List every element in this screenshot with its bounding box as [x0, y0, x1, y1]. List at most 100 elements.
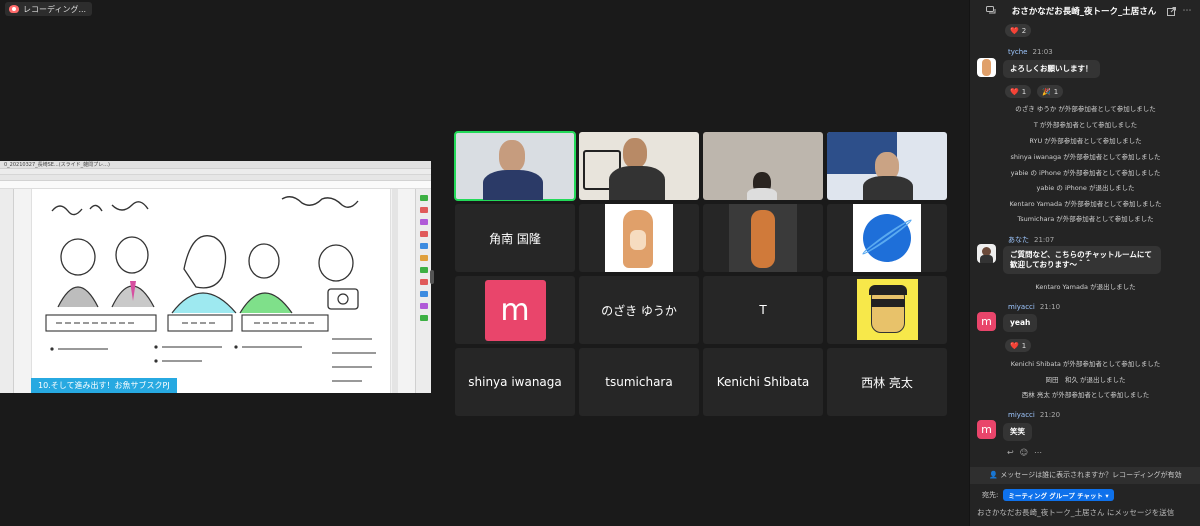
video-tile-name-only[interactable]: 角南 国隆	[455, 204, 575, 272]
chat-message[interactable]: ご質問など、こちらのチャットルームにて 歓迎しております〜＾＾	[1003, 246, 1161, 275]
tool-icon	[420, 243, 428, 249]
chat-message[interactable]: yeah	[1003, 314, 1038, 333]
shared-window-toolbar	[0, 181, 431, 189]
participant-name: のざき ゆうか	[601, 303, 677, 318]
chat-message[interactable]: よろしくお願いします！	[1003, 60, 1100, 79]
system-message: のざき ゆうか が外部参加者として参加しました	[1015, 105, 1156, 113]
heart-icon: ❤️	[1010, 26, 1019, 35]
video-tile-name-only[interactable]: shinya iwanaga	[455, 348, 575, 416]
video-tile[interactable]	[703, 132, 823, 200]
chat-title: おさかなだお長崎_夜トーク_土居さん	[1011, 7, 1157, 17]
tool-icon	[420, 255, 428, 261]
system-message: 岡田 和久 が退出しました	[1045, 376, 1126, 384]
reaction-count: 1	[1053, 87, 1059, 96]
participant-name: 角南 国隆	[489, 231, 541, 246]
more-options-icon[interactable]: ⋯	[1182, 6, 1192, 16]
reaction-count: 1	[1021, 87, 1027, 96]
system-message: shinya iwanaga が外部参加者として参加しました	[1010, 153, 1161, 161]
recipient-row: 宛先: ミーティング グループ チャット ▾	[982, 489, 1114, 501]
video-tile-name-only[interactable]: T	[703, 276, 823, 344]
emoji-react-icon[interactable]: ☺	[1020, 448, 1028, 457]
participant-video	[579, 132, 699, 200]
avatar	[977, 244, 996, 263]
gallery-grid: 角南 国隆 m のざき ゆうか T shinya iwanaga tsumich…	[454, 131, 949, 416]
profile-picture	[857, 279, 918, 340]
avatar: m	[977, 312, 996, 331]
reaction-chip[interactable]: ❤️ 1	[1005, 339, 1032, 352]
video-tile[interactable]	[827, 276, 947, 344]
profile-picture	[729, 204, 797, 272]
shared-slide-illustration	[31, 189, 391, 393]
message-line: ご質問など、こちらのチャットルームにて	[1010, 250, 1152, 259]
reaction-chip[interactable]: 🎉 1	[1037, 85, 1064, 98]
participant-name: Kenichi Shibata	[716, 375, 810, 389]
message-sender: tyche 21:03	[1008, 48, 1053, 56]
recording-indicator[interactable]: レコーディング...	[5, 2, 93, 16]
chat-message[interactable]: 笑笑	[1003, 423, 1032, 442]
system-message: Kentaro Yamada が退出しました	[1035, 283, 1136, 291]
system-message: 西林 亮太 が外部参加者として参加しました	[1021, 391, 1150, 399]
hand-drawn-slide-image	[45, 196, 376, 382]
reaction-chip[interactable]: ❤️ 2	[1005, 24, 1032, 37]
video-tile-name-only[interactable]: Kenichi Shibata	[703, 348, 823, 416]
recipient-dropdown[interactable]: ミーティング グループ チャット ▾	[1003, 489, 1114, 501]
participant-name: 西林 亮太	[861, 375, 913, 390]
slide-caption: 10.そして進み出す！お魚サブスクPJ	[31, 378, 177, 393]
chat-panel: おさかなだお長崎_夜トーク_土居さん ⋯ ❤️ 2 tyche 21:03 よろし…	[969, 0, 1200, 526]
video-tile-active-speaker[interactable]	[454, 131, 576, 201]
profile-picture	[605, 204, 673, 272]
avatar: m	[977, 420, 996, 439]
shared-screen[interactable]: 0_20210327_長崎SE...(スライド_雑問プレ...) 10.そして進…	[0, 161, 431, 393]
tool-icon	[420, 267, 428, 273]
reaction-count: 1	[1021, 341, 1027, 350]
tool-icon	[420, 279, 428, 285]
video-tile-name-only[interactable]: 西林 亮太	[827, 348, 947, 416]
chat-visibility-notice[interactable]: 👤 メッセージは誰に表示されますか？レコーディングが有効	[970, 467, 1200, 484]
heart-icon: ❤️	[1010, 87, 1019, 96]
system-message: Kenichi Shibata が外部参加者として参加しました	[1010, 360, 1161, 368]
tool-icon	[420, 231, 428, 237]
party-popper-icon: 🎉	[1042, 87, 1051, 96]
video-tile-avatar[interactable]: m	[455, 276, 575, 344]
tool-icon	[420, 291, 428, 297]
split-view-divider[interactable]	[430, 270, 434, 284]
tool-icon	[420, 195, 428, 201]
participant-video	[827, 132, 947, 200]
more-icon[interactable]: ⋯	[1034, 448, 1042, 457]
profile-picture	[853, 204, 921, 272]
shared-window-right-panel	[415, 189, 431, 393]
video-tile[interactable]	[827, 204, 947, 272]
video-tile-name-only[interactable]: tsumichara	[579, 348, 699, 416]
heart-icon: ❤️	[1010, 341, 1019, 350]
video-tile[interactable]	[827, 132, 947, 200]
system-message: yabie の iPhone が退出しました	[1036, 184, 1135, 192]
shared-window-scrollbar	[392, 189, 398, 393]
message-line: 歓迎しております〜＾＾	[1010, 260, 1093, 270]
video-tile[interactable]	[579, 204, 699, 272]
participant-avatar: m	[484, 279, 546, 341]
system-message: RYU が外部参加者として参加しました	[1029, 137, 1142, 145]
cloud-record-icon	[9, 5, 19, 13]
person-icon: 👤	[989, 471, 999, 479]
participant-video	[455, 132, 575, 200]
reaction-chip[interactable]: ❤️ 1	[1005, 85, 1032, 98]
chat-feed: ❤️ 2 tyche 21:03 よろしくお願いします！ ❤️ 1 🎉 1 のざき ゆ…	[970, 22, 1200, 462]
system-message: T が外部参加者として参加しました	[1033, 121, 1138, 129]
system-message: Kentaro Yamada が外部参加者として参加しました	[1009, 200, 1162, 208]
chat-header: おさかなだお長崎_夜トーク_土居さん ⋯	[970, 0, 1200, 22]
notice-text: メッセージは誰に表示されますか？レコーディングが有効	[1000, 471, 1182, 479]
avatar	[977, 58, 996, 77]
chat-bubbles-icon[interactable]	[986, 6, 996, 16]
message-sender: miyacci 21:20	[1008, 411, 1061, 419]
reaction-count: 2	[1021, 26, 1027, 35]
participant-name: shinya iwanaga	[468, 375, 562, 389]
participant-name: T	[759, 303, 767, 317]
video-tile[interactable]	[703, 204, 823, 272]
reply-icon[interactable]: ↩	[1007, 448, 1014, 457]
chat-message-input[interactable]: おさかなだお長崎_夜トーク_土居さん にメッセージを送信	[977, 507, 1174, 518]
shared-window-left-panel	[0, 189, 14, 393]
video-tile-name-only[interactable]: のざき ゆうか	[579, 276, 699, 344]
video-tile[interactable]	[579, 132, 699, 200]
tool-icon	[420, 207, 428, 213]
pop-out-icon[interactable]	[1166, 6, 1176, 16]
